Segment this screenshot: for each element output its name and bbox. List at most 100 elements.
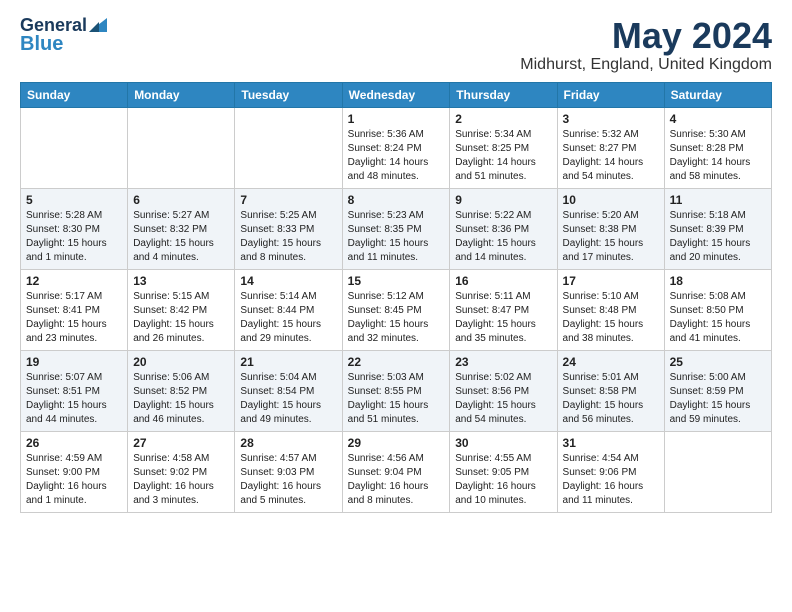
day-number: 20 [133,355,229,369]
day-info: Sunrise: 5:36 AM Sunset: 8:24 PM Dayligh… [348,128,445,184]
day-number: 27 [133,436,229,450]
day-number: 31 [563,436,659,450]
day-number: 28 [240,436,336,450]
calendar-cell: 6 Sunrise: 5:27 AM Sunset: 8:32 PM Daylig… [128,188,235,269]
day-number: 18 [670,274,766,288]
day-info: Sunrise: 5:08 AM Sunset: 8:50 PM Dayligh… [670,290,766,346]
day-number: 11 [670,193,766,207]
calendar-cell: 10 Sunrise: 5:20 AM Sunset: 8:38 PM Dayli… [557,188,664,269]
day-info: Sunrise: 4:55 AM Sunset: 9:05 PM Dayligh… [455,452,551,508]
weekday-header-monday: Monday [128,82,235,107]
calendar-cell: 3 Sunrise: 5:32 AM Sunset: 8:27 PM Daylig… [557,107,664,188]
title-block: May 2024 Midhurst, England, United Kingd… [520,16,772,74]
day-info: Sunrise: 5:23 AM Sunset: 8:35 PM Dayligh… [348,209,445,265]
day-number: 7 [240,193,336,207]
calendar-cell: 5Sunrise: 5:28 AM Sunset: 8:30 PM Daylig… [21,188,128,269]
day-info: Sunrise: 5:14 AM Sunset: 8:44 PM Dayligh… [240,290,336,346]
day-number: 12 [26,274,122,288]
calendar-cell: 13Sunrise: 5:15 AM Sunset: 8:42 PM Dayli… [128,269,235,350]
calendar-week-row: 26 Sunrise: 4:59 AM Sunset: 9:00 PM Dayli… [21,431,772,512]
logo-icon [89,18,107,32]
day-info: Sunrise: 5:32 AM Sunset: 8:27 PM Dayligh… [563,128,659,184]
day-info: Sunrise: 5:00 AM Sunset: 8:59 PM Dayligh… [670,371,766,427]
day-info: Sunrise: 5:34 AM Sunset: 8:25 PM Dayligh… [455,128,551,184]
day-info: Sunrise: 5:28 AM Sunset: 8:30 PM Dayligh… [26,209,122,265]
calendar-cell: 14 Sunrise: 5:14 AM Sunset: 8:44 PM Dayli… [235,269,342,350]
calendar-cell: 4 Sunrise: 5:30 AM Sunset: 8:28 PM Daylig… [664,107,771,188]
day-number: 21 [240,355,336,369]
day-info: Sunrise: 5:10 AM Sunset: 8:48 PM Dayligh… [563,290,659,346]
day-info: Sunrise: 5:11 AM Sunset: 8:47 PM Dayligh… [455,290,551,346]
day-number: 25 [670,355,766,369]
calendar-cell: 17 Sunrise: 5:10 AM Sunset: 8:48 PM Dayli… [557,269,664,350]
day-info: Sunrise: 4:58 AM Sunset: 9:02 PM Dayligh… [133,452,229,508]
day-info: Sunrise: 5:04 AM Sunset: 8:54 PM Dayligh… [240,371,336,427]
calendar-week-row: 5Sunrise: 5:28 AM Sunset: 8:30 PM Daylig… [21,188,772,269]
day-info: Sunrise: 4:57 AM Sunset: 9:03 PM Dayligh… [240,452,336,508]
calendar-cell: 28 Sunrise: 4:57 AM Sunset: 9:03 PM Dayli… [235,431,342,512]
day-info: Sunrise: 5:30 AM Sunset: 8:28 PM Dayligh… [670,128,766,184]
day-number: 1 [348,112,445,126]
day-info: Sunrise: 5:25 AM Sunset: 8:33 PM Dayligh… [240,209,336,265]
calendar-cell: 19 Sunrise: 5:07 AM Sunset: 8:51 PM Dayli… [21,350,128,431]
calendar-cell: 15 Sunrise: 5:12 AM Sunset: 8:45 PM Dayli… [342,269,450,350]
day-info: Sunrise: 5:17 AM Sunset: 8:41 PM Dayligh… [26,290,122,346]
day-number: 29 [348,436,445,450]
calendar-cell [21,107,128,188]
day-number: 14 [240,274,336,288]
logo-blue: Blue [20,34,63,54]
day-number: 19 [26,355,122,369]
day-info: Sunrise: 5:03 AM Sunset: 8:55 PM Dayligh… [348,371,445,427]
calendar-cell: 21 Sunrise: 5:04 AM Sunset: 8:54 PM Dayli… [235,350,342,431]
day-info: Sunrise: 5:20 AM Sunset: 8:38 PM Dayligh… [563,209,659,265]
weekday-header-thursday: Thursday [450,82,557,107]
calendar-cell: 24 Sunrise: 5:01 AM Sunset: 8:58 PM Dayli… [557,350,664,431]
day-number: 4 [670,112,766,126]
calendar-cell: 25 Sunrise: 5:00 AM Sunset: 8:59 PM Dayli… [664,350,771,431]
calendar-cell [664,431,771,512]
calendar-cell: 30Sunrise: 4:55 AM Sunset: 9:05 PM Dayli… [450,431,557,512]
logo: General Blue [20,16,107,54]
day-number: 16 [455,274,551,288]
day-number: 3 [563,112,659,126]
calendar-cell: 12 Sunrise: 5:17 AM Sunset: 8:41 PM Dayli… [21,269,128,350]
calendar-cell: 31Sunrise: 4:54 AM Sunset: 9:06 PM Dayli… [557,431,664,512]
day-info: Sunrise: 5:18 AM Sunset: 8:39 PM Dayligh… [670,209,766,265]
day-info: Sunrise: 5:07 AM Sunset: 8:51 PM Dayligh… [26,371,122,427]
logo-general: General [20,16,87,34]
weekday-header-tuesday: Tuesday [235,82,342,107]
weekday-header-saturday: Saturday [664,82,771,107]
calendar-cell [235,107,342,188]
day-info: Sunrise: 5:01 AM Sunset: 8:58 PM Dayligh… [563,371,659,427]
day-info: Sunrise: 4:59 AM Sunset: 9:00 PM Dayligh… [26,452,122,508]
calendar-cell: 29Sunrise: 4:56 AM Sunset: 9:04 PM Dayli… [342,431,450,512]
day-number: 22 [348,355,445,369]
day-info: Sunrise: 5:12 AM Sunset: 8:45 PM Dayligh… [348,290,445,346]
calendar-cell: 27 Sunrise: 4:58 AM Sunset: 9:02 PM Dayli… [128,431,235,512]
day-number: 10 [563,193,659,207]
day-number: 26 [26,436,122,450]
weekday-header-friday: Friday [557,82,664,107]
calendar-cell: 11 Sunrise: 5:18 AM Sunset: 8:39 PM Dayli… [664,188,771,269]
calendar-cell: 26 Sunrise: 4:59 AM Sunset: 9:00 PM Dayli… [21,431,128,512]
day-info: Sunrise: 5:15 AM Sunset: 8:42 PM Dayligh… [133,290,229,346]
day-number: 17 [563,274,659,288]
day-number: 24 [563,355,659,369]
day-number: 2 [455,112,551,126]
weekday-header-row: SundayMondayTuesdayWednesdayThursdayFrid… [21,82,772,107]
calendar-cell: 22 Sunrise: 5:03 AM Sunset: 8:55 PM Dayli… [342,350,450,431]
calendar-cell: 20 Sunrise: 5:06 AM Sunset: 8:52 PM Dayli… [128,350,235,431]
day-info: Sunrise: 5:22 AM Sunset: 8:36 PM Dayligh… [455,209,551,265]
calendar-table: SundayMondayTuesdayWednesdayThursdayFrid… [20,82,772,513]
calendar-week-row: 1 Sunrise: 5:36 AM Sunset: 8:24 PM Daylig… [21,107,772,188]
day-number: 23 [455,355,551,369]
day-info: Sunrise: 5:06 AM Sunset: 8:52 PM Dayligh… [133,371,229,427]
day-number: 6 [133,193,229,207]
calendar-cell [128,107,235,188]
day-info: Sunrise: 5:02 AM Sunset: 8:56 PM Dayligh… [455,371,551,427]
day-info: Sunrise: 5:27 AM Sunset: 8:32 PM Dayligh… [133,209,229,265]
day-number: 15 [348,274,445,288]
calendar-cell: 1 Sunrise: 5:36 AM Sunset: 8:24 PM Daylig… [342,107,450,188]
page-title: May 2024 [520,16,772,56]
page-subtitle: Midhurst, England, United Kingdom [520,56,772,74]
